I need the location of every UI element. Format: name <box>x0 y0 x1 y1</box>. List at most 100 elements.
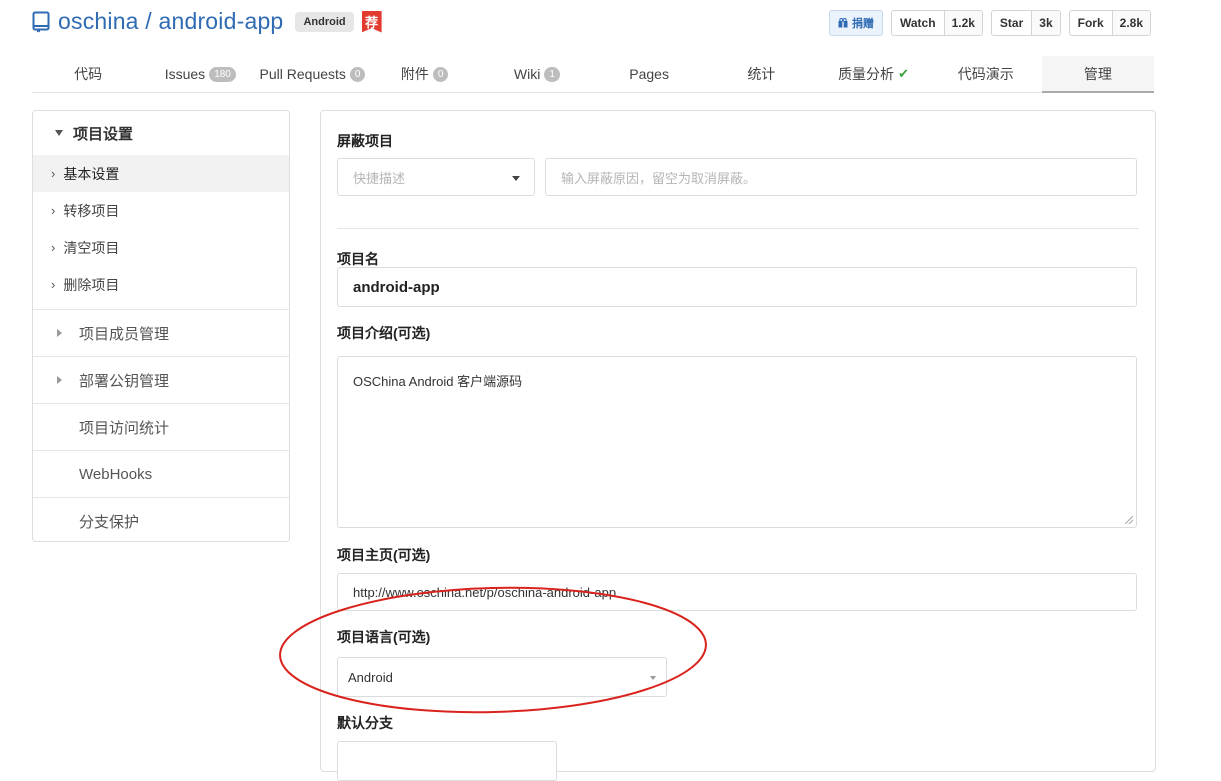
wiki-count-badge: 1 <box>544 66 560 82</box>
resize-handle-icon[interactable] <box>1125 516 1133 524</box>
tab-quality[interactable]: 质量分析 ✔ <box>817 56 929 92</box>
tab-demo[interactable]: 代码演示 <box>930 56 1042 92</box>
donate-label: 捐赠 <box>852 18 874 30</box>
project-name-input[interactable]: android-app <box>337 267 1137 307</box>
repo-book-icon <box>32 11 50 33</box>
sidebar-item-deploy-keys[interactable]: 部署公钥管理 <box>33 356 289 403</box>
sidebar-section-project-settings[interactable]: 项目设置 <box>33 111 289 155</box>
project-homepage-label: 项目主页(可选) <box>337 547 431 563</box>
repo-owner-link[interactable]: oschina <box>58 8 139 34</box>
sidebar-item-branch-protection[interactable]: 分支保护 <box>33 497 289 544</box>
caret-right-icon <box>57 376 62 384</box>
tab-label: 质量分析 <box>838 66 895 82</box>
project-description-textarea[interactable]: OSChina Android 客户端源码 <box>337 356 1137 528</box>
sidebar-item-webhooks[interactable]: WebHooks <box>33 450 289 497</box>
page: oschina / android-app Android 荐 捐赠 Watch <box>0 0 1221 781</box>
textarea-value: OSChina Android 客户端源码 <box>353 374 523 389</box>
repo-tabs: 代码 Issues 180 Pull Requests 0 附件 0 Wiki 1 Pa… <box>32 56 1155 93</box>
block-quick-description-select[interactable]: 快捷描述 <box>337 158 535 196</box>
chevron-right-icon: › <box>51 166 56 181</box>
input-value: http://www.oschina.net/p/oschina-android… <box>353 584 617 600</box>
sidebar-item-label: 转移项目 <box>63 202 120 219</box>
sidebar-item-label: WebHooks <box>79 465 153 483</box>
default-branch-select[interactable] <box>337 741 557 781</box>
project-name-label: 项目名 <box>337 251 379 267</box>
tab-label: Pages <box>629 66 669 82</box>
sidebar-item-delete[interactable]: › 删除项目 <box>33 266 289 303</box>
sidebar-item-transfer[interactable]: › 转移项目 <box>33 192 289 229</box>
project-description-label: 项目介绍(可选) <box>337 325 431 341</box>
tab-code[interactable]: 代码 <box>32 56 144 92</box>
repo-path[interactable]: oschina / android-app <box>58 8 283 35</box>
repo-name-link[interactable]: android-app <box>158 8 283 34</box>
tab-label: 代码 <box>74 66 103 82</box>
check-icon: ✔ <box>898 66 909 81</box>
sidebar-item-members[interactable]: 项目成员管理 <box>33 309 289 356</box>
tab-wiki[interactable]: Wiki 1 <box>481 56 593 92</box>
tab-manage[interactable]: 管理 <box>1041 56 1155 93</box>
attachments-count-badge: 0 <box>432 66 449 82</box>
sidebar-item-label: 删除项目 <box>63 276 120 293</box>
tab-pages[interactable]: Pages <box>593 56 705 92</box>
star-label: Star <box>999 16 1024 30</box>
fork-button[interactable]: Fork 2.8k <box>1068 10 1151 36</box>
sidebar-item-access-stats[interactable]: 项目访问统计 <box>33 403 289 450</box>
recommend-badge: 荐 <box>361 10 382 33</box>
gift-icon <box>838 18 848 28</box>
tab-label: 管理 <box>1083 65 1112 82</box>
settings-form-panel: 屏蔽项目 快捷描述 输入屏蔽原因，留空为取消屏蔽。 项目名 android-ap… <box>320 110 1156 781</box>
fork-label: Fork <box>1077 16 1104 30</box>
input-value: android-app <box>353 278 440 296</box>
tab-label: Wiki <box>513 66 541 82</box>
form-divider <box>337 228 1139 229</box>
language-badge[interactable]: Android <box>295 11 354 32</box>
block-project-label: 屏蔽项目 <box>337 133 393 149</box>
default-branch-label: 默认分支 <box>337 715 393 731</box>
issues-count-badge: 180 <box>209 66 236 82</box>
project-language-label: 项目语言(可选) <box>337 629 431 645</box>
sidebar-item-clear[interactable]: › 清空项目 <box>33 229 289 266</box>
tab-label: 统计 <box>747 66 776 82</box>
tab-attachments[interactable]: 附件 0 <box>369 56 481 92</box>
tab-label: 附件 <box>400 66 429 82</box>
tab-label: Pull Requests <box>259 66 346 82</box>
star-button[interactable]: Star 3k <box>990 10 1061 36</box>
repo-header: oschina / android-app Android 荐 捐赠 Watch <box>32 8 1151 38</box>
watch-label: Watch <box>900 16 936 30</box>
repo-separator: / <box>138 8 159 34</box>
repo-title: oschina / android-app Android 荐 <box>32 8 382 35</box>
sidebar-item-label: 基本设置 <box>63 165 120 182</box>
caret-right-icon <box>57 329 62 337</box>
star-count[interactable]: 3k <box>1031 11 1060 35</box>
tab-pull-requests[interactable]: Pull Requests 0 <box>256 56 368 92</box>
donate-button[interactable]: 捐赠 <box>829 10 883 36</box>
caret-down-icon <box>512 176 520 181</box>
sidebar-item-label: 项目成员管理 <box>79 325 170 343</box>
caret-down-icon <box>55 130 63 136</box>
block-reason-input[interactable]: 输入屏蔽原因，留空为取消屏蔽。 <box>545 158 1137 196</box>
sidebar-item-basic-settings[interactable]: › 基本设置 <box>33 155 289 192</box>
chevron-right-icon: › <box>51 240 56 255</box>
input-placeholder: 输入屏蔽原因，留空为取消屏蔽。 <box>561 170 757 186</box>
select-placeholder: 快捷描述 <box>353 170 406 186</box>
watch-button[interactable]: Watch 1.2k <box>891 10 983 36</box>
select-value: Android <box>348 669 393 685</box>
pr-count-badge: 0 <box>349 66 366 82</box>
tab-issues[interactable]: Issues 180 <box>144 56 256 92</box>
chevron-right-icon: › <box>51 277 56 292</box>
sidebar-item-label: 分支保护 <box>79 513 140 531</box>
fork-count[interactable]: 2.8k <box>1111 11 1150 35</box>
sidebar-item-label: 清空项目 <box>63 239 120 256</box>
tab-label: 代码演示 <box>957 66 1014 82</box>
project-homepage-input[interactable]: http://www.oschina.net/p/oschina-android… <box>337 573 1137 611</box>
sidebar-item-label: 部署公钥管理 <box>79 372 170 390</box>
sidebar-item-label: 项目访问统计 <box>79 419 170 437</box>
repo-actions: 捐赠 Watch 1.2k Star 3k Fork 2.8k <box>829 10 1151 36</box>
caret-down-icon <box>650 676 656 680</box>
watch-count[interactable]: 1.2k <box>943 11 982 35</box>
tab-label: Issues <box>164 66 206 82</box>
settings-sidebar: 项目设置 › 基本设置 › 转移项目 › 清空项目 › 删除项目 项目成员管理 … <box>32 110 290 542</box>
project-language-select[interactable]: Android <box>337 657 667 697</box>
sidebar-section-title: 项目设置 <box>73 125 134 143</box>
tab-stats[interactable]: 统计 <box>705 56 817 92</box>
